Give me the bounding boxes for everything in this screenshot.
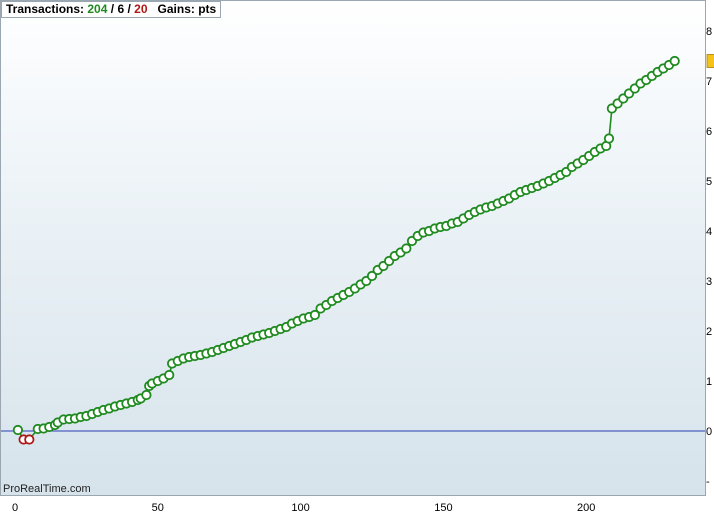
separator: /	[110, 2, 115, 16]
transactions-header: Transactions: 204 / 6 / 20 Gains: pts	[1, 1, 222, 18]
neutral-count: 6	[117, 2, 125, 16]
gains-label: Gains:	[157, 2, 195, 16]
win-point	[603, 133, 615, 144]
loss-point	[24, 434, 35, 445]
win-point	[141, 389, 152, 401]
x-tick-label: 200	[577, 502, 595, 514]
equity-line	[17, 60, 676, 441]
plot-svg: 0 50 100 150 200	[1, 55, 705, 514]
win-point	[669, 55, 680, 67]
separator: /	[127, 2, 131, 16]
gains-unit: pts	[198, 2, 217, 16]
x-tick-label: 100	[291, 502, 309, 514]
x-axis-ticks: 0 50 100 150 200	[12, 502, 595, 514]
equity-curve	[12, 55, 680, 445]
transactions-label: Transactions:	[6, 2, 85, 16]
win-point	[164, 369, 175, 381]
watermark-text: ProRealTime.com	[3, 483, 91, 495]
win-point	[12, 424, 23, 436]
x-tick-label: 150	[434, 502, 452, 514]
x-tick-label: 0	[12, 502, 18, 514]
losses-count: 20	[134, 2, 148, 16]
x-tick-label: 50	[152, 502, 164, 514]
wins-count: 204	[87, 2, 108, 16]
win-point	[401, 243, 412, 254]
